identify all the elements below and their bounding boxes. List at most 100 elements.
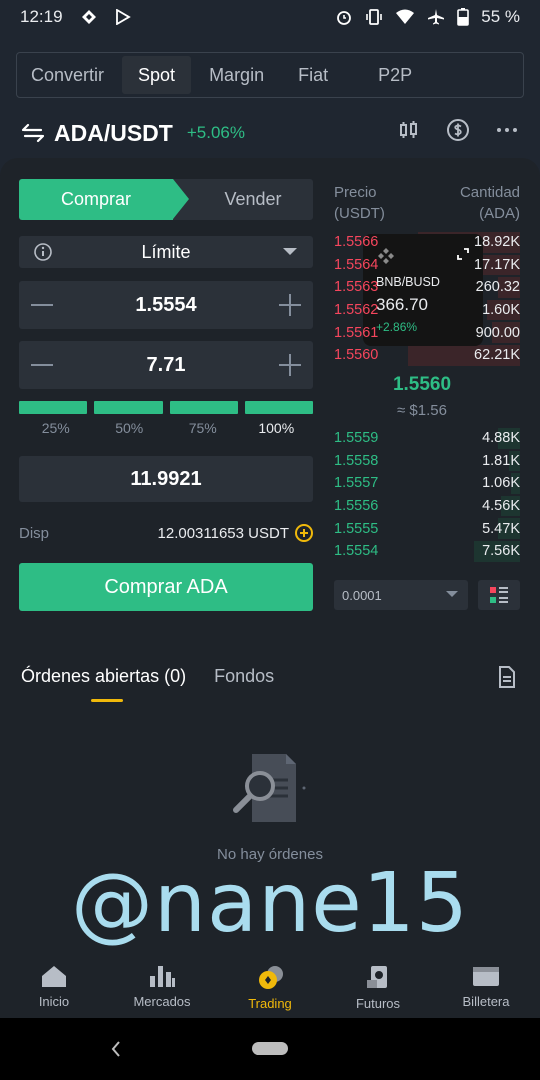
status-bar: 12:19 55 % <box>0 0 540 34</box>
price-input[interactable]: 1.5554 <box>135 294 196 317</box>
floating-ticker-price: 366.70 <box>376 295 428 314</box>
order-history-icon[interactable] <box>498 666 516 688</box>
decrease-price-button[interactable] <box>31 304 53 306</box>
ask-qty: 17.17K <box>474 256 520 273</box>
orders-tabs: Órdenes abiertas (0) Fondos <box>21 666 274 687</box>
ask-price: 1.5563 <box>334 279 379 296</box>
binance-notification-icon <box>81 10 96 24</box>
nav-futuros[interactable]: Futuros <box>324 956 432 1018</box>
buy-tab[interactable]: Comprar <box>19 179 189 220</box>
nav-trading[interactable]: Trading <box>216 956 324 1018</box>
trading-icon <box>259 966 283 989</box>
increase-price-button[interactable] <box>279 294 301 316</box>
nav-billetera[interactable]: Billetera <box>432 956 540 1018</box>
percent-75-bar[interactable] <box>169 401 238 414</box>
decrease-amount-button[interactable] <box>31 364 53 366</box>
price-unit: (USDT) <box>334 205 385 222</box>
pair-symbol: ADA/USDT <box>54 119 173 146</box>
airplane-icon <box>428 9 445 25</box>
floating-ticker[interactable]: BNB/BUSD 366.70 +2.86% <box>363 234 483 346</box>
nav-futuros-label: Futuros <box>355 996 401 1011</box>
bid-row[interactable]: 1.5559 4.88K <box>334 427 520 450</box>
bid-price: 1.5556 <box>334 498 379 515</box>
percent-25-label: 25% <box>41 420 70 436</box>
bid-row[interactable]: 1.5554 7.56K <box>334 540 520 563</box>
more-icon[interactable] <box>496 127 518 133</box>
bid-row[interactable]: 1.5556 4.56K <box>334 495 520 518</box>
bid-price: 1.5559 <box>334 430 379 447</box>
nav-mercados[interactable]: Mercados <box>108 956 216 1018</box>
bid-price: 1.5558 <box>334 452 379 469</box>
nav-inicio-label: Inicio <box>38 994 70 1009</box>
ask-qty: 18.92K <box>474 234 520 251</box>
dollar-coin-icon[interactable] <box>446 118 470 142</box>
battery-level: 55 % <box>481 7 520 26</box>
quantity-header: Cantidad <box>459 184 520 201</box>
buy-ada-button[interactable]: Comprar ADA <box>19 563 313 611</box>
play-store-icon <box>115 9 131 25</box>
amount-input[interactable]: 7.71 <box>147 354 186 377</box>
binance-logo-icon <box>378 248 394 264</box>
floating-ticker-change: +2.86% <box>376 320 418 334</box>
increase-amount-button[interactable] <box>279 354 301 376</box>
empty-search-document-icon <box>233 754 306 822</box>
nav-mercados-label: Mercados <box>133 994 191 1009</box>
tab-spot[interactable]: Spot <box>122 56 192 94</box>
pair-selector[interactable]: ADA/USDT +5.06% <box>22 116 245 150</box>
back-icon[interactable] <box>110 1040 122 1058</box>
nav-billetera-label: Billetera <box>462 994 510 1009</box>
tab-margin[interactable]: Margin <box>199 56 274 94</box>
expand-icon[interactable] <box>457 248 469 260</box>
swap-arrows-icon <box>22 123 44 143</box>
pair-tools <box>398 118 518 142</box>
nav-inicio[interactable]: Inicio <box>0 956 108 1018</box>
bid-list: 1.5559 4.88K 1.5558 1.81K 1.5557 1.06K 1.55… <box>334 427 520 563</box>
available-value: 12.00311653 USDT <box>157 524 289 542</box>
tick-size-select[interactable]: 0.0001 <box>334 580 468 610</box>
book-layout-icon <box>490 587 508 603</box>
candlestick-chart-icon[interactable] <box>398 119 420 141</box>
bid-qty: 1.06K <box>482 475 520 492</box>
order-book-layout-button[interactable] <box>478 580 520 610</box>
amount-stepper[interactable]: 7.71 <box>19 341 313 389</box>
ask-price: 1.5561 <box>334 324 379 341</box>
ask-price: 1.5562 <box>334 302 379 319</box>
buy-sell-toggle: Comprar Vender <box>19 179 313 220</box>
trade-mode-tabs: Convertir Spot Margin Fiat P2P <box>16 52 524 98</box>
tab-convertir[interactable]: Convertir <box>21 56 114 94</box>
tab-open-orders[interactable]: Órdenes abiertas (0) <box>21 666 186 687</box>
add-funds-icon[interactable] <box>295 524 313 542</box>
pair-change: +5.06% <box>186 123 245 142</box>
order-type-select[interactable]: Límite <box>19 236 313 268</box>
bid-row[interactable]: 1.5558 1.81K <box>334 450 520 473</box>
home-gesture-pill[interactable] <box>252 1042 288 1055</box>
bid-qty: 4.88K <box>482 430 520 447</box>
sell-tab[interactable]: Vender <box>173 179 313 220</box>
ask-row[interactable]: 1.5560 62.21K <box>334 344 520 367</box>
bid-qty: 7.56K <box>482 543 520 560</box>
total-input[interactable]: 11.9921 <box>19 456 313 502</box>
markets-icon <box>150 966 175 987</box>
tab-funds[interactable]: Fondos <box>214 666 274 687</box>
percent-50-bar[interactable] <box>94 401 163 414</box>
bid-row[interactable]: 1.5555 5.47K <box>334 517 520 540</box>
price-stepper[interactable]: 1.5554 <box>19 281 313 329</box>
percent-25-bar[interactable] <box>19 401 88 414</box>
ask-qty: 62.21K <box>474 347 520 364</box>
watermark: @nane15 <box>71 856 469 951</box>
home-icon <box>42 966 66 987</box>
bid-row[interactable]: 1.5557 1.06K <box>334 472 520 495</box>
percent-100-label: 100% <box>258 420 295 436</box>
quantity-unit: (ADA) <box>479 205 520 222</box>
last-price: 1.5560 <box>392 374 452 395</box>
active-tab-indicator <box>91 699 123 702</box>
tab-fiat[interactable]: Fiat <box>288 56 338 94</box>
price-header: Precio <box>334 184 377 201</box>
battery-icon <box>457 8 470 26</box>
percent-slider[interactable] <box>19 401 313 414</box>
tab-p2p[interactable]: P2P <box>368 56 422 94</box>
percent-100-bar[interactable] <box>244 401 313 414</box>
futures-icon <box>367 966 387 988</box>
info-icon[interactable] <box>33 242 53 262</box>
status-time: 12:19 <box>20 7 63 26</box>
